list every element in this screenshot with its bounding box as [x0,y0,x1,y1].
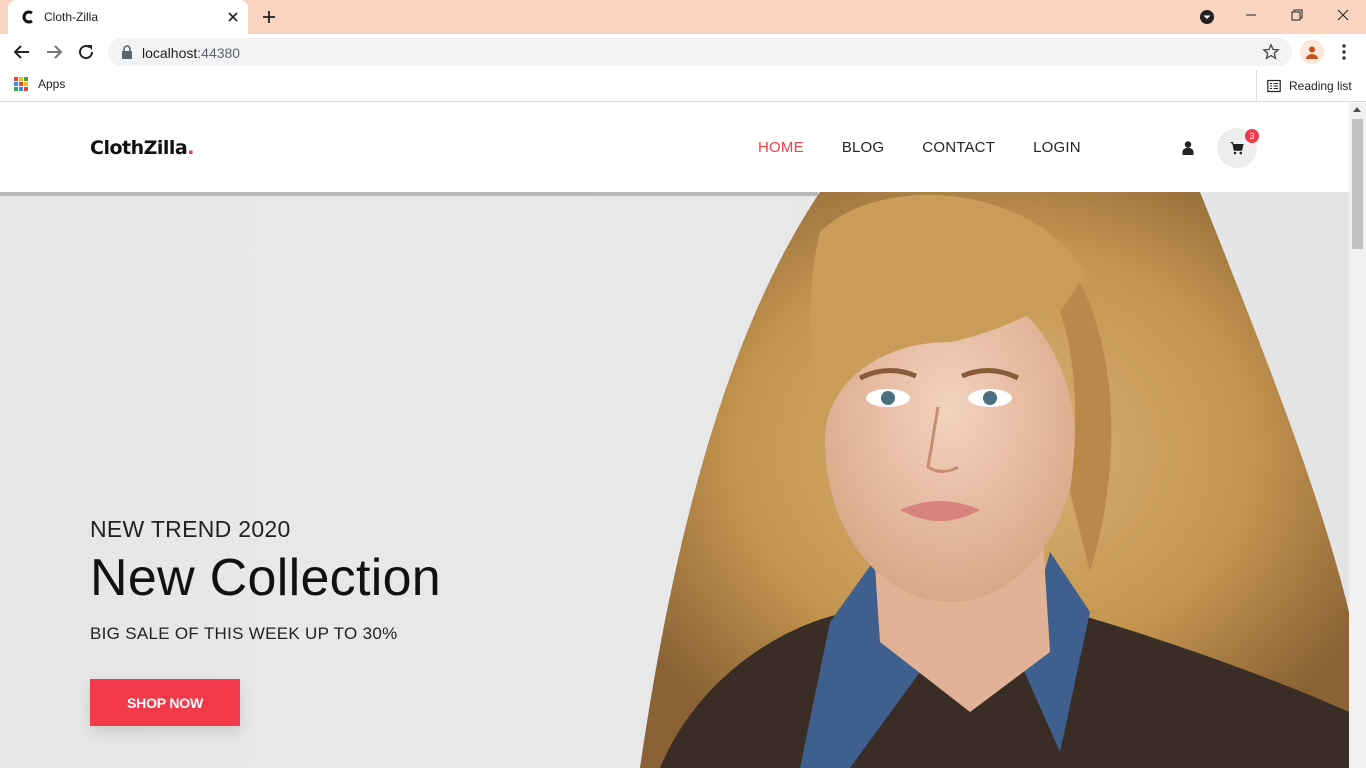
profile-avatar[interactable] [1300,40,1324,64]
arrow-left-icon [13,45,29,59]
back-button[interactable] [10,40,34,64]
cloth-zilla-favicon-icon [22,10,33,24]
nav-link-login[interactable]: LOGIN [1033,139,1081,156]
reload-icon [79,45,94,60]
nav-link-blog[interactable]: BLOG [842,139,884,156]
scroll-up-arrow-icon[interactable] [1353,107,1361,112]
nav-link-contact[interactable]: CONTACT [922,139,995,156]
close-icon [1337,9,1349,21]
site-logo[interactable]: ClothZilla. [90,137,194,159]
bookmark-star-icon[interactable] [1262,43,1280,61]
apps-grid-dot [24,82,28,86]
close-tab-icon[interactable] [224,8,242,26]
browser-menu-button[interactable] [1336,40,1352,64]
arrow-right-icon [47,45,63,59]
reading-list-button[interactable]: Reading list [1256,70,1352,101]
apps-grid-icon [14,77,28,91]
main-navigation: HOME BLOG CONTACT LOGIN [758,139,1081,156]
new-tab-icon[interactable] [260,8,278,26]
web-page: ClothZilla. HOME BLOG CONTACT LOGIN 3 NE… [0,103,1349,768]
shopping-cart-icon [1230,142,1244,155]
nav-link-home[interactable]: HOME [758,139,804,156]
hero-eyebrow: NEW TREND 2020 [90,516,291,542]
browser-tab-strip: Cloth-Zilla [0,0,1366,34]
user-account-icon[interactable] [1180,140,1196,156]
more-vert-icon [1342,44,1346,60]
apps-grid-dot [14,87,18,91]
profile-icon [1306,46,1318,59]
browser-tab[interactable]: Cloth-Zilla [8,0,248,34]
minimize-window-button[interactable] [1228,0,1274,30]
bookmarks-bar: Apps Reading list [0,70,1366,102]
apps-grid-dot [14,77,18,81]
minimize-icon [1246,14,1256,16]
apps-shortcut[interactable]: Apps [14,77,65,91]
reading-list-icon [1267,79,1281,92]
address-bar[interactable]: localhost:44380 [108,38,1292,66]
slider-progress-bar [0,192,818,196]
page-scrollbar[interactable] [1349,103,1366,768]
reading-list-label: Reading list [1289,78,1352,93]
tab-title: Cloth-Zilla [44,10,99,24]
url-text: localhost:44380 [142,45,241,61]
browser-toolbar: localhost:44380 [0,34,1366,70]
cart-button[interactable]: 3 [1217,128,1259,168]
scrollbar-thumb[interactable] [1352,119,1363,249]
apps-grid-dot [24,87,28,91]
forward-button[interactable] [42,40,66,64]
tab-search-icon[interactable] [1198,8,1216,26]
site-header: ClothZilla. HOME BLOG CONTACT LOGIN 3 [0,103,1349,192]
close-window-button[interactable] [1320,0,1366,30]
restore-icon [1291,9,1303,21]
hero-banner: NEW TREND 2020 New Collection BIG SALE O… [0,192,1349,768]
hero-headline: New Collection [90,549,442,607]
hero-subline: BIG SALE OF THIS WEEK UP TO 30% [90,624,398,643]
model-photo [640,192,1349,768]
lock-icon [122,45,132,59]
apps-label: Apps [38,77,66,91]
cart-count-badge: 3 [1245,129,1259,143]
shop-now-button[interactable]: SHOP NOW [90,679,240,726]
apps-grid-dot [14,82,18,86]
apps-grid-dot [19,77,23,81]
restore-window-button[interactable] [1274,0,1320,30]
reload-button[interactable] [74,40,98,64]
apps-grid-dot [19,82,23,86]
apps-grid-dot [19,87,23,91]
apps-grid-dot [24,77,28,81]
